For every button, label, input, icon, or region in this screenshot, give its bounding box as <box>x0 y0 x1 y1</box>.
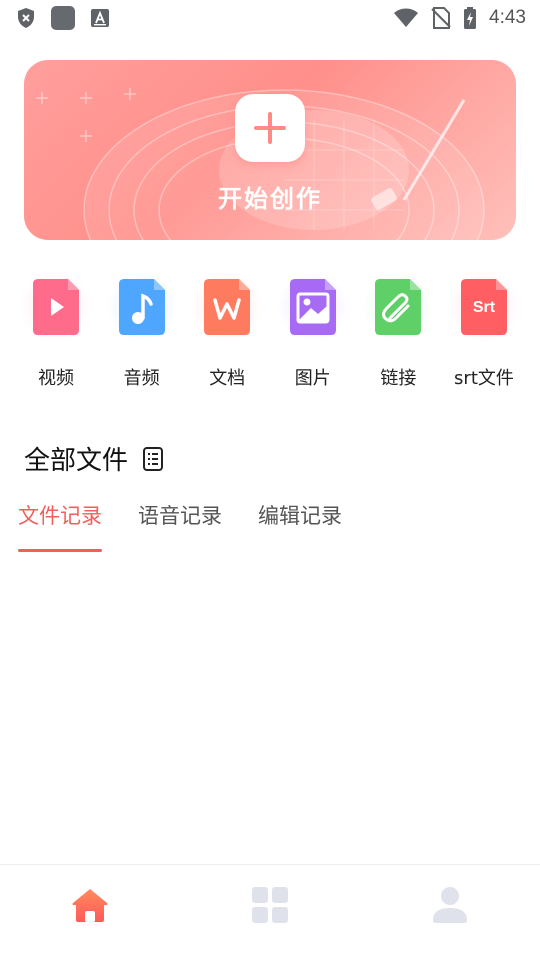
wifi-icon <box>393 8 419 28</box>
category-image-icon-wrap <box>277 270 348 344</box>
category-srt[interactable]: Srt srt文件 <box>442 270 526 390</box>
status-right-icons: 4:43 <box>393 7 526 29</box>
image-file-icon <box>289 279 336 335</box>
category-label: srt文件 <box>454 368 514 389</box>
document-file-icon <box>204 279 251 335</box>
nav-profile[interactable] <box>360 865 540 960</box>
a-text-icon <box>90 8 110 28</box>
category-label: 视频 <box>38 368 74 389</box>
user-icon <box>433 886 467 923</box>
all-files-header: 全部文件 <box>24 440 164 477</box>
nav-home[interactable] <box>0 865 180 960</box>
srt-file-icon: Srt <box>460 279 507 335</box>
category-label: 音频 <box>123 368 160 389</box>
bottom-navigation <box>0 864 540 960</box>
file-categories: 视频 音频 文档 图片 链接 Srt srt文件 <box>14 270 526 390</box>
link-file-icon <box>375 279 422 335</box>
status-left-icons <box>16 5 110 31</box>
category-label: 链接 <box>380 368 417 389</box>
audio-file-icon <box>118 279 165 335</box>
category-document-icon-wrap <box>192 270 263 344</box>
category-label: 图片 <box>294 368 331 389</box>
category-video-icon-wrap <box>21 270 91 344</box>
clock: 4:43 <box>489 7 526 28</box>
category-srt-icon-wrap: Srt <box>448 270 519 344</box>
category-link-icon-wrap <box>363 270 434 344</box>
start-creating-banner[interactable]: 开始创作 <box>24 60 516 240</box>
category-link[interactable]: 链接 <box>356 270 440 390</box>
tab-edit-records[interactable]: 编辑记录 <box>258 500 342 552</box>
category-label: 文档 <box>209 368 246 389</box>
grid-icon <box>252 886 288 923</box>
no-sim-icon <box>431 7 451 29</box>
tab-file-records[interactable]: 文件记录 <box>18 500 102 552</box>
category-image[interactable]: 图片 <box>271 270 355 390</box>
battery-charging-icon <box>463 7 477 29</box>
square-app-icon <box>50 5 76 31</box>
plus-icon <box>254 112 286 144</box>
srt-badge-text: Srt <box>473 299 496 316</box>
create-button[interactable] <box>235 94 305 162</box>
shield-x-icon <box>16 7 36 29</box>
status-bar: 4:43 <box>0 0 540 36</box>
category-audio[interactable]: 音频 <box>100 270 184 390</box>
video-file-icon <box>33 279 79 335</box>
record-tabs: 文件记录 语音记录 编辑记录 <box>18 500 342 552</box>
all-files-title: 全部文件 <box>24 446 129 476</box>
category-video[interactable]: 视频 <box>14 270 98 390</box>
tab-voice-records[interactable]: 语音记录 <box>138 500 222 552</box>
create-label: 开始创作 <box>218 185 322 213</box>
category-audio-icon-wrap <box>106 270 177 344</box>
nav-apps[interactable] <box>180 865 360 960</box>
home-icon <box>72 888 108 922</box>
list-document-icon[interactable] <box>142 446 164 472</box>
category-document[interactable]: 文档 <box>185 270 269 390</box>
